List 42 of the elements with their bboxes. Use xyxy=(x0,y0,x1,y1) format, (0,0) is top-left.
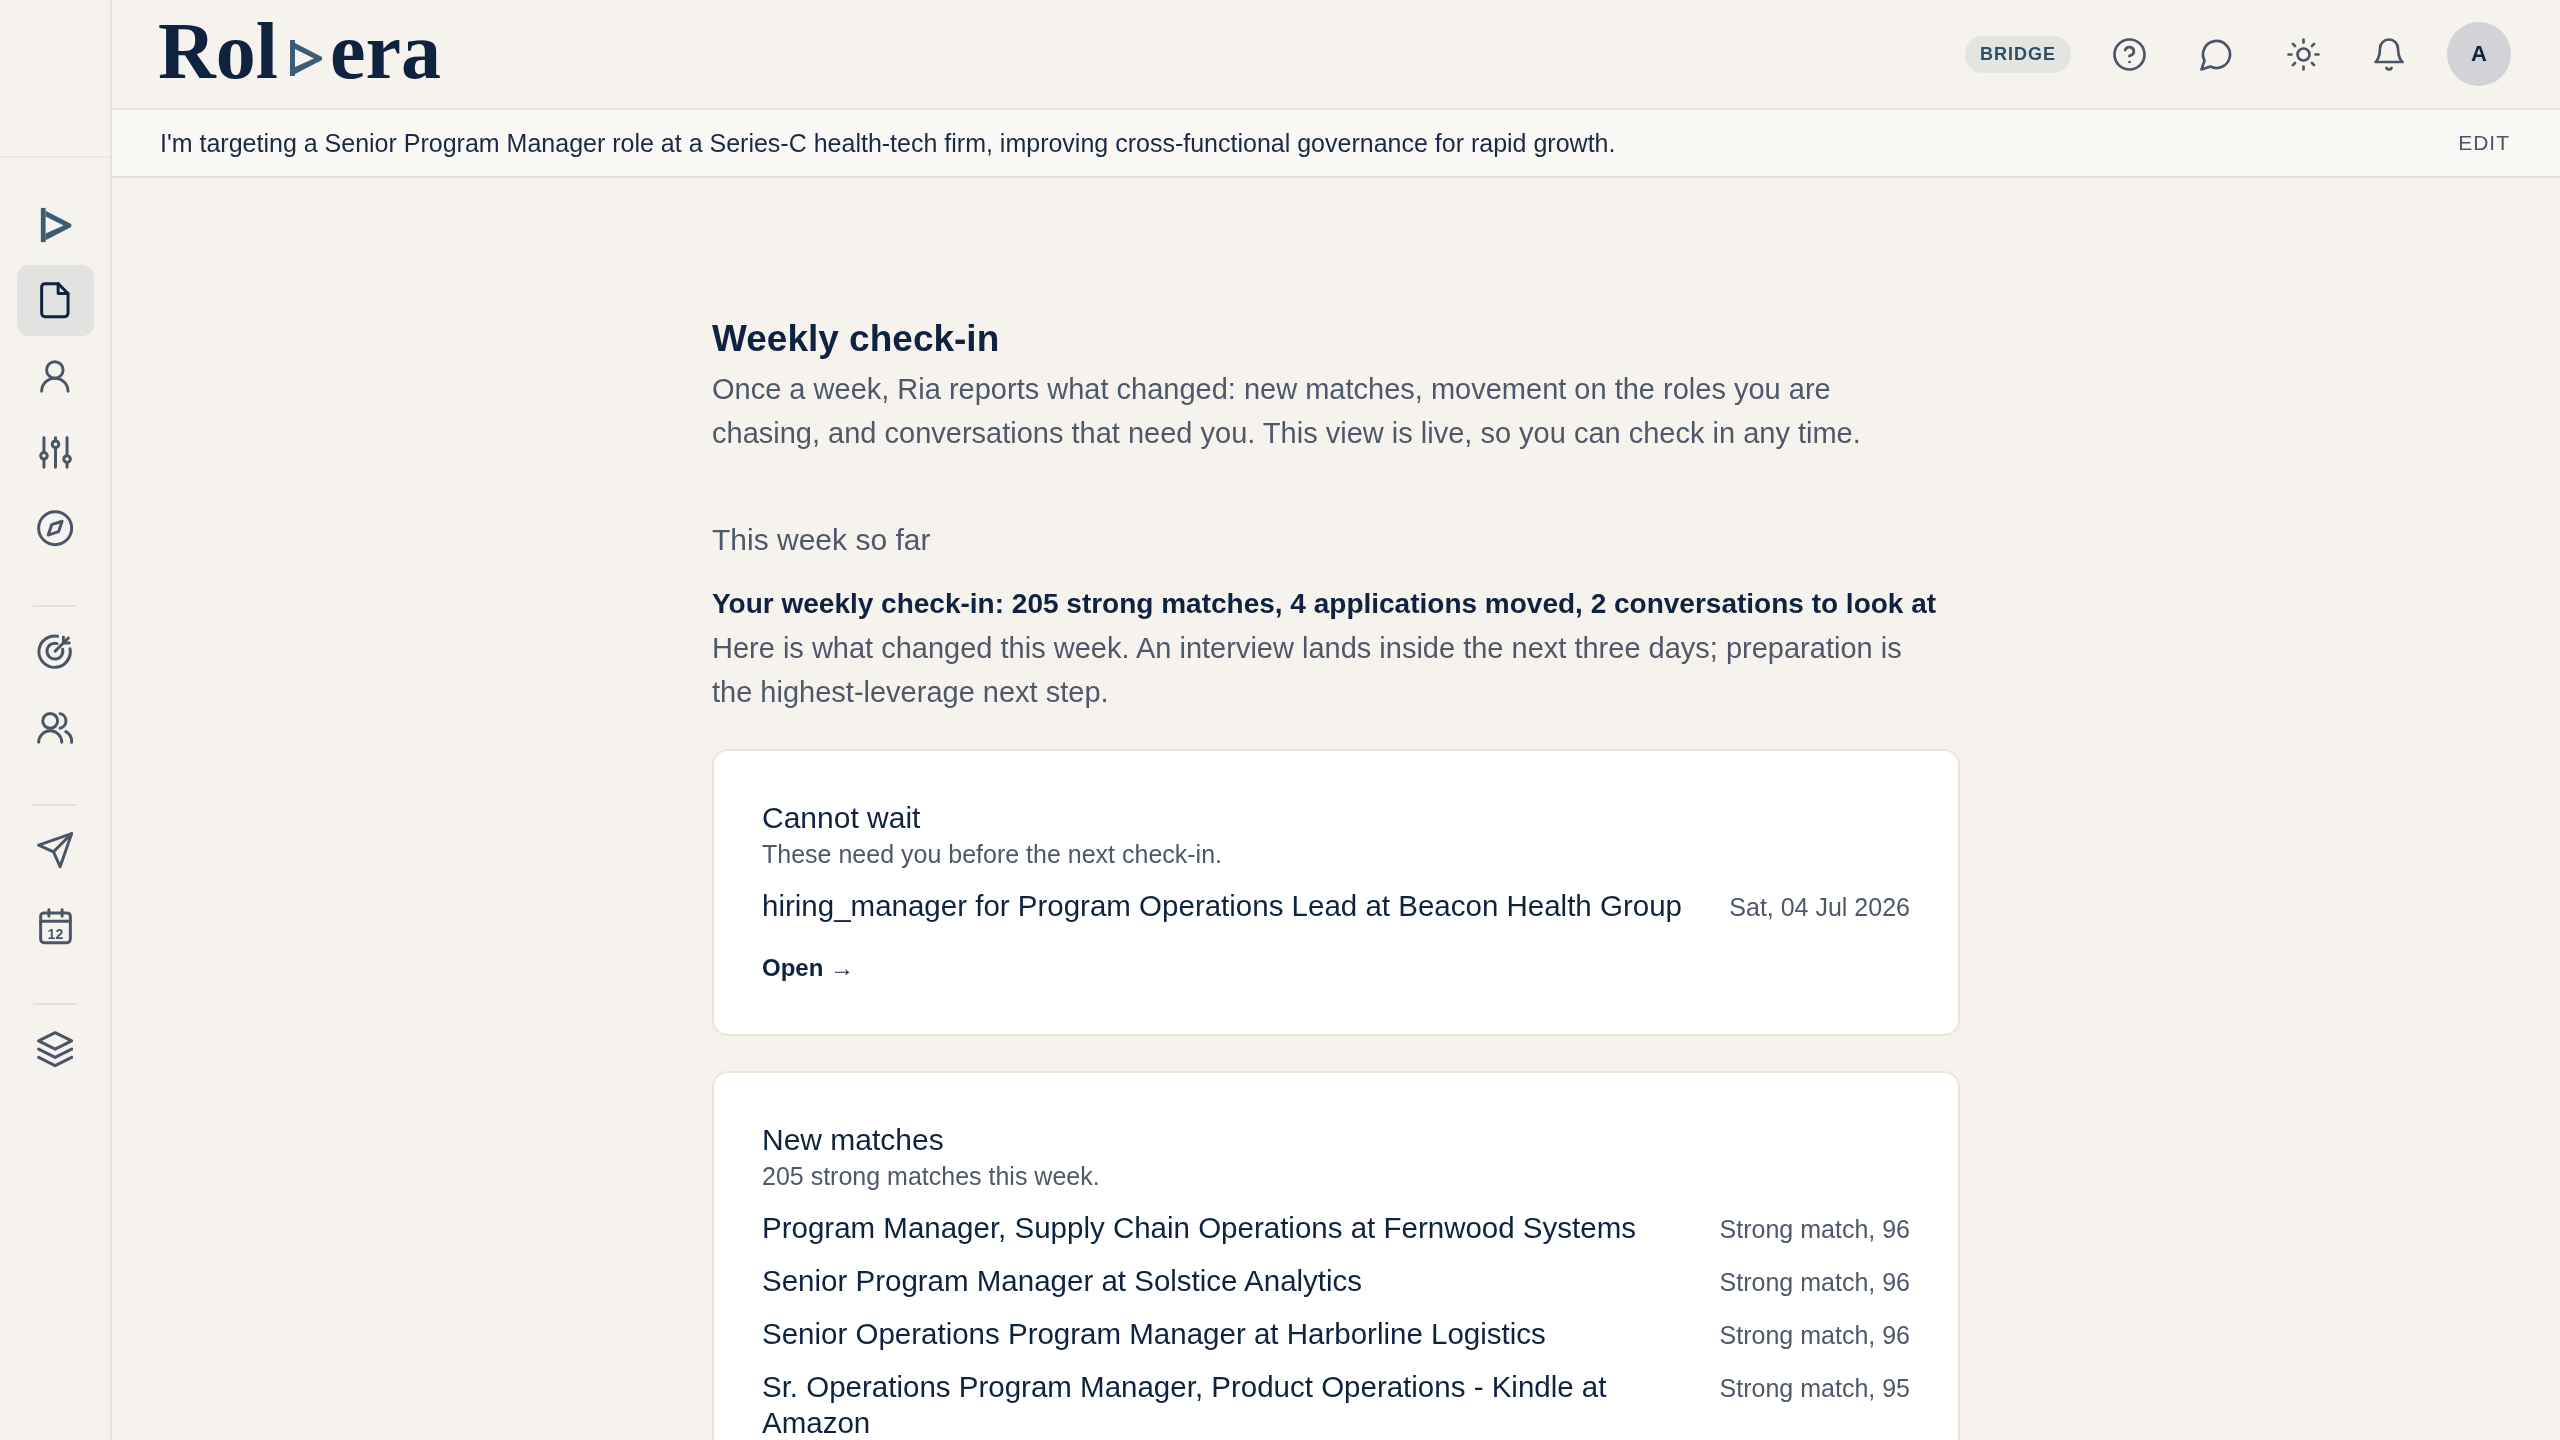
card-subtitle: 205 strong matches this week. xyxy=(762,1161,1101,1192)
help-icon[interactable] xyxy=(2113,37,2146,71)
item-title: Program Manager, Supply Chain Operations at Fernwood Systems xyxy=(762,1210,1637,1246)
item-title: Senior Operations Program Manager at Harborline Logistics xyxy=(762,1316,1547,1352)
file-icon xyxy=(40,282,70,319)
user-icon xyxy=(40,360,70,393)
item-detail: Sat, 04 Jul 2026 xyxy=(1729,892,1910,923)
layers-icon xyxy=(36,1031,74,1068)
card-title: New matches xyxy=(762,1122,945,1158)
item-detail: Strong match, 96 xyxy=(1719,1267,1910,1298)
section-label: This week so far xyxy=(712,522,932,558)
target-icon xyxy=(36,633,74,670)
item-title: Sr. Operations Program Manager, Product Operations - Kindle at Amazon xyxy=(762,1369,1608,1440)
edit-link[interactable]: EDIT xyxy=(2458,131,2510,155)
summary-headline: Your weekly check-in: 205 strong matches, 4 applications moved, 2 conversations to look at xyxy=(712,587,1938,621)
logo-text: Rol xyxy=(158,11,278,91)
avatar[interactable]: A xyxy=(2447,22,2511,86)
item-title: hiring_manager for Program Operations Lead at Beacon Health Group xyxy=(762,888,1683,924)
item-detail: Strong match, 96 xyxy=(1719,1214,1910,1245)
send-icon xyxy=(36,832,74,869)
users-icon xyxy=(36,711,74,744)
summary-text: Here is what changed this week. An interview lands inside the next three days; preparation is the highest-leverage next step. xyxy=(712,631,1903,710)
compass-icon xyxy=(36,510,74,547)
intro-text: Once a week, Ria reports what changed: new matches, movement on the roles you are chasing, and conversations that need you. This view is live, so you can check in any time. xyxy=(712,372,1862,451)
mode-tag: BRIDGE xyxy=(1965,35,2071,73)
logo-text: era xyxy=(330,11,441,91)
logo-mark-icon xyxy=(287,38,323,78)
sidebar-nav-button[interactable]: 12 xyxy=(16,891,94,962)
item-detail: Strong match, 96 xyxy=(1719,1320,1910,1351)
chat-bubble-icon[interactable] xyxy=(2200,37,2233,71)
page-title: Weekly check-in xyxy=(712,317,1001,361)
card-title: Cannot wait xyxy=(762,800,922,836)
calendar-icon: 12 xyxy=(38,908,72,945)
sliders-icon xyxy=(38,436,72,469)
item-title: Senior Program Manager at Solstice Analytics xyxy=(762,1263,1364,1299)
sidebar-nav-button[interactable] xyxy=(16,265,94,336)
item-detail: Strong match, 95 xyxy=(1719,1373,1910,1404)
bell-icon[interactable] xyxy=(2374,37,2404,71)
open-link[interactable]: Open → xyxy=(762,952,854,984)
sun-icon[interactable] xyxy=(2287,37,2320,71)
goal-statement: I'm targeting a Senior Program Manager role at a Series-C health-tech firm, improving cross-functional governance for rapid growth. xyxy=(160,128,1616,158)
card-subtitle: These need you before the next check-in. xyxy=(762,839,1223,870)
